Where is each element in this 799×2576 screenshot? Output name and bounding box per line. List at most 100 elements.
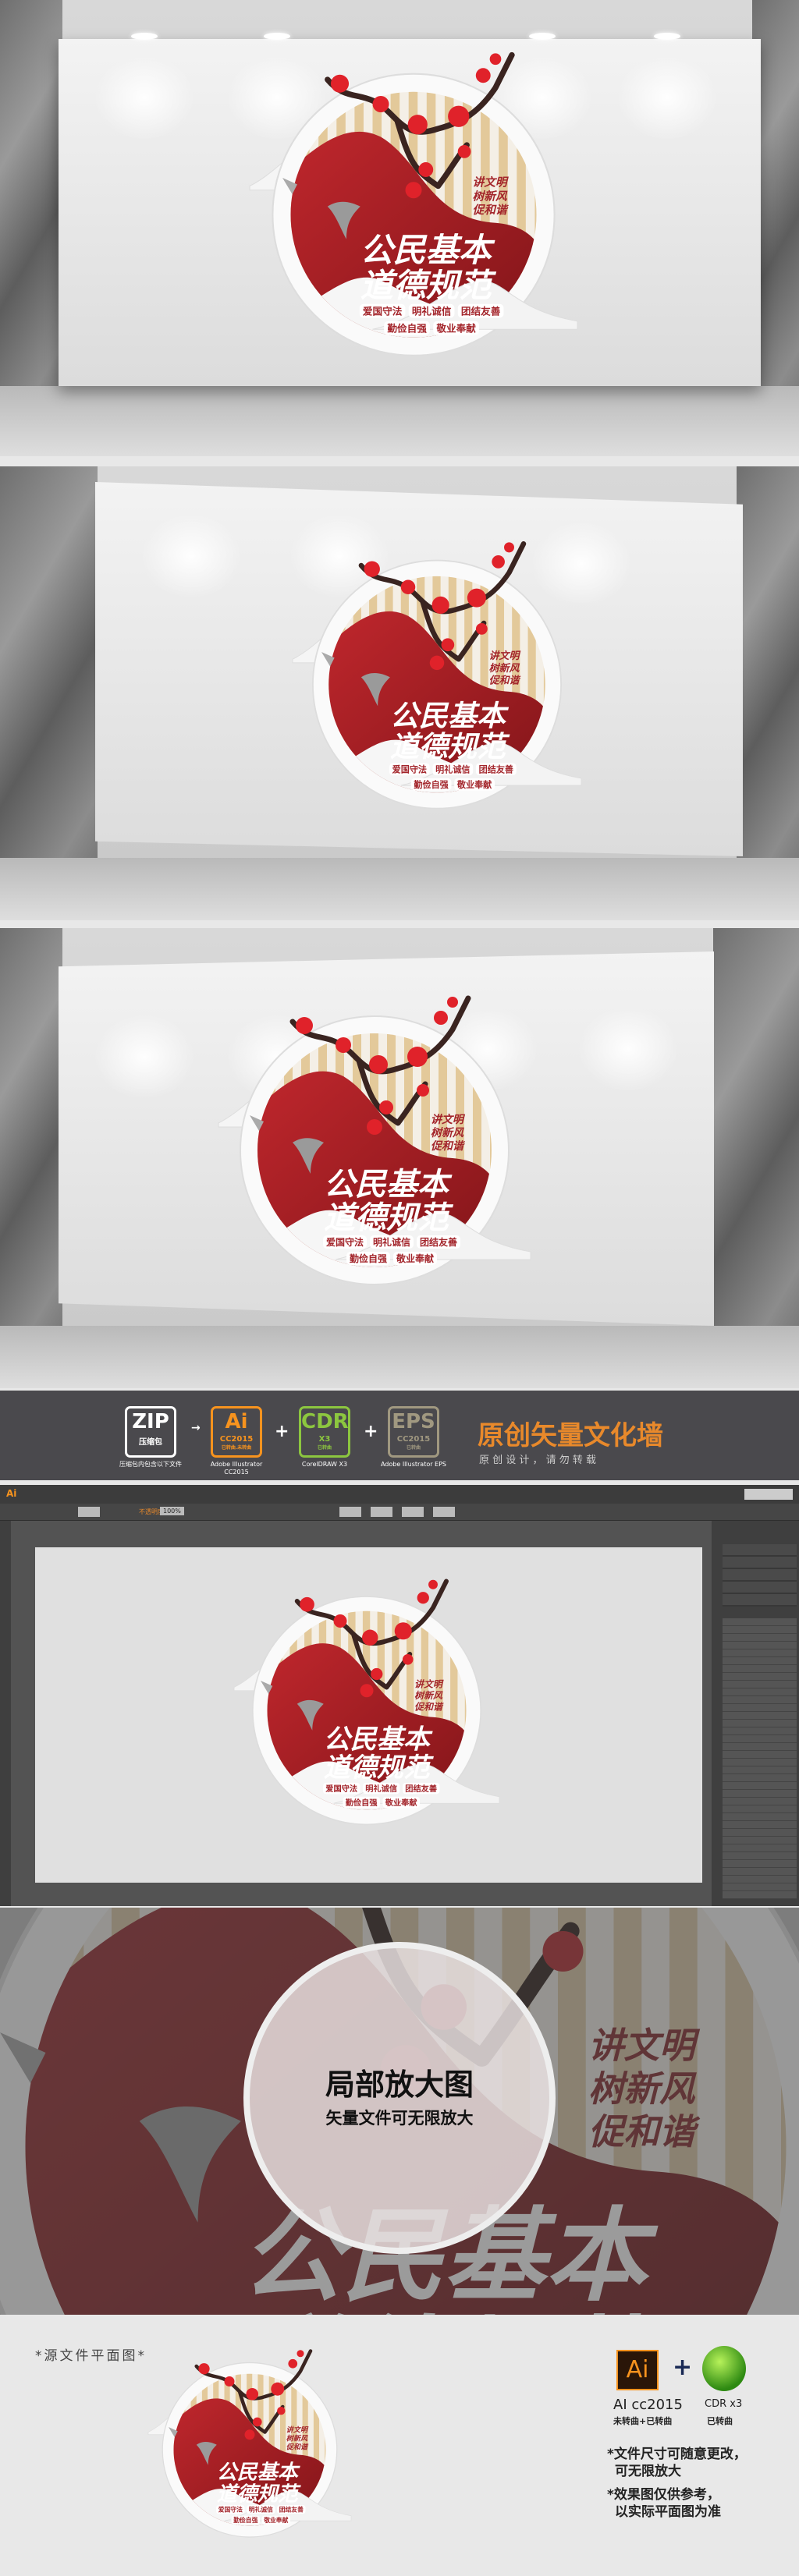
plus-icon: + (673, 2354, 693, 2381)
sign-title-line1: 公民基本 (324, 1167, 453, 1203)
note-size-2: 可无限放大 (615, 2464, 681, 2479)
tag: 明礼诚信 (435, 764, 470, 774)
sign-title-line1: 公民基本 (360, 231, 495, 269)
slogan-line: 树新风 (414, 1690, 443, 1701)
zip-badge: ZIP 压缩包 (125, 1406, 176, 1458)
menu-bar: Ai (0, 1485, 799, 1504)
tag: 勤俭自强 (387, 322, 427, 334)
culture-wall-sign: 讲文明 树新风 促和谐 公民基本 道德规范 爱国守法 明礼诚信 团结友善 勤俭自… (147, 2349, 352, 2538)
slogan-line: 讲文明 (414, 1679, 444, 1690)
illustrator-window: Ai 不透明度 100% 讲文明 树新风 促和谐 公民基本 道德规范 爱国守法 … (0, 1485, 799, 1906)
zoom-title: 局部放大图 (325, 2068, 474, 2102)
slogan-line: 讲文明 (431, 1113, 466, 1126)
banner-subline: 原 创 设 计 ， 请 勿 转 载 (479, 1455, 597, 1466)
note-size: *文件尺寸可随意更改， (607, 2447, 747, 2462)
slogan-line: 促和谐 (588, 2111, 701, 2153)
plus-icon: + (275, 1422, 289, 1441)
file-format-banner: ZIP 压缩包 压缩包内包含以下文件 → Ai CC2015 已转曲.未转曲 Adob… (0, 1391, 799, 1480)
slogan-line: 促和谐 (414, 1701, 444, 1712)
slogan-line: 树新风 (473, 190, 508, 203)
sign-title-line1: 公民基本 (324, 1724, 433, 1756)
cdr-badge: CDR X3 已转曲 (299, 1406, 350, 1458)
sign-title-line2: 道德规范 (217, 2482, 302, 2506)
slogan-line: 树新风 (489, 662, 520, 675)
banner-headline: 原创矢量文化墙 (478, 1420, 663, 1451)
tag: 明礼诚信 (365, 1784, 397, 1794)
mockup-scene-2: 讲文明 树新风 促和谐 公民基本 道德规范 爱国守法 明礼诚信 团结友善 勤俭自… (0, 466, 799, 920)
eps-badge: EPS CC2015 已转曲 (388, 1406, 439, 1458)
search-input[interactable] (744, 1489, 793, 1500)
slogan-line: 讲文明 (286, 2426, 309, 2435)
tag: 敬业奉献 (385, 1798, 418, 1808)
culture-wall-sign: 讲文明 树新风 促和谐 公民基本 道德规范 爱国守法 明礼诚信 团结友善 勤俭自… (249, 51, 578, 356)
tools-panel[interactable] (0, 1521, 11, 1906)
cdr-caption-2: 已转曲 (707, 2416, 733, 2426)
slogan-line: 促和谐 (286, 2443, 309, 2452)
tag: 爱国守法 (325, 1784, 357, 1794)
sign-title-line2: 道德规范 (360, 266, 497, 304)
note-reference: *效果图仅供参考， (607, 2487, 720, 2503)
mockup-scene-1: 讲文明 树新风 促和谐 公民基本 道德规范 爱国守法 明礼诚信 团结友善 勤俭自… (0, 0, 799, 456)
sign-slot[interactable]: 讲文明 树新风 促和谐 公民基本 道德规范 爱国守法 明礼诚信 团结友善 勤俭自… (195, 1575, 538, 1840)
source-plan-section: *源文件平面图* 讲文明 树新风 促和谐 公民基本 道德规范 爱国守法 明礼诚信… (0, 2315, 799, 2576)
culture-wall-sign: 讲文明 树新风 促和谐 公民基本 道德规范 爱国守法 明礼诚信 团结友善 勤俭自… (233, 1579, 500, 1826)
slogan-line: 讲文明 (489, 650, 521, 662)
eps-caption: Adobe Illustrator EPS (380, 1461, 447, 1468)
tag: 勤俭自强 (350, 1253, 387, 1264)
sign-slot: 讲文明 树新风 促和谐 公民基本 道德规范 爱国守法 明礼诚信 团结友善 勤俭自… (234, 537, 640, 825)
ai-badge: Ai CC2015 已转曲.未转曲 (211, 1406, 262, 1458)
sign-title-line2: 道德规范 (324, 1752, 435, 1784)
ai-caption: Adobe Illustrator CC2015 (210, 1461, 263, 1476)
tag: 敬业奉献 (396, 1253, 434, 1264)
tag: 勤俭自强 (414, 779, 448, 790)
zoom-subtitle: 矢量文件可无限放大 (325, 2109, 474, 2128)
slogan-line: 树新风 (431, 1126, 464, 1139)
slogan-line: 促和谐 (489, 675, 521, 687)
tag: 团结友善 (279, 2506, 304, 2514)
zip-caption: 压缩包内包含以下文件 (119, 1461, 182, 1468)
transform-fields[interactable] (339, 1507, 464, 1517)
tag: 敬业奉献 (263, 2516, 288, 2524)
zoom-detail-section: 讲文明 树新风 促和谐 公民基本 道德规范 爱国守法 明礼诚信 团结友善 勤俭自… (0, 1908, 799, 2315)
tag: 团结友善 (420, 1236, 457, 1248)
ai-app-icon: Ai (616, 2350, 659, 2390)
tag: 团结友善 (405, 1784, 437, 1794)
tag: 团结友善 (461, 305, 501, 317)
control-bar: 不透明度 100% (0, 1504, 799, 1521)
tag: 团结友善 (479, 764, 513, 774)
coreldraw-icon (702, 2346, 746, 2391)
slogan-line: 讲文明 (473, 176, 509, 190)
tag: 爱国守法 (363, 305, 403, 317)
slogan-line: 促和谐 (473, 204, 509, 217)
sign-slot: 讲文明 树新风 促和谐 公民基本 道德规范 爱国守法 明礼诚信 团结友善 勤俭自… (94, 2346, 406, 2549)
slogan-line: 促和谐 (431, 1139, 466, 1153)
tag: 敬业奉献 (456, 779, 492, 790)
stroke-field[interactable] (78, 1507, 100, 1517)
tag: 明礼诚信 (412, 305, 452, 317)
opacity-field[interactable]: 100% (160, 1507, 184, 1515)
tag: 勤俭自强 (233, 2516, 257, 2524)
sign-title-line2: 道德规范 (324, 1200, 454, 1236)
ai-caption: AI cc2015 (613, 2397, 683, 2413)
slogan-line: 讲文明 (588, 2025, 701, 2067)
cdr-caption: CorelDRAW X3 (301, 1461, 348, 1468)
tag: 明礼诚信 (249, 2506, 273, 2514)
tag: 敬业奉献 (435, 322, 476, 334)
sign-title-line1: 公民基本 (390, 699, 510, 732)
tag: 明礼诚信 (373, 1236, 410, 1248)
culture-wall-sign: 讲文明 树新风 促和谐 公民基本 道德规范 爱国守法 明礼诚信 团结友善 勤俭自… (218, 995, 531, 1285)
sign-slot: 讲文明 树新风 促和谐 公民基本 道德规范 爱国守法 明礼诚信 团结友善 勤俭自… (156, 990, 593, 1302)
ai-caption-2: 未转曲+已转曲 (613, 2416, 673, 2426)
layers-panel[interactable] (712, 1521, 799, 1906)
tag: 爱国守法 (218, 2506, 243, 2514)
note-reference-2: 以实际平面图为准 (615, 2504, 721, 2520)
sign-title-line2: 道德规范 (390, 730, 510, 764)
cdr-caption: CDR x3 (705, 2398, 743, 2410)
culture-wall-sign: 讲文明 树新风 促和谐 公民基本 道德规范 爱国守法 明礼诚信 团结友善 勤俭自… (292, 541, 582, 810)
tag: 勤俭自强 (346, 1798, 378, 1808)
plus-icon: + (364, 1422, 378, 1441)
mockup-scene-3: 讲文明 树新风 促和谐 公民基本 道德规范 爱国守法 明礼诚信 团结友善 勤俭自… (0, 928, 799, 1388)
arrow-icon: → (191, 1422, 201, 1434)
slogan-line: 树新风 (286, 2435, 308, 2443)
tag: 爱国守法 (392, 764, 427, 774)
